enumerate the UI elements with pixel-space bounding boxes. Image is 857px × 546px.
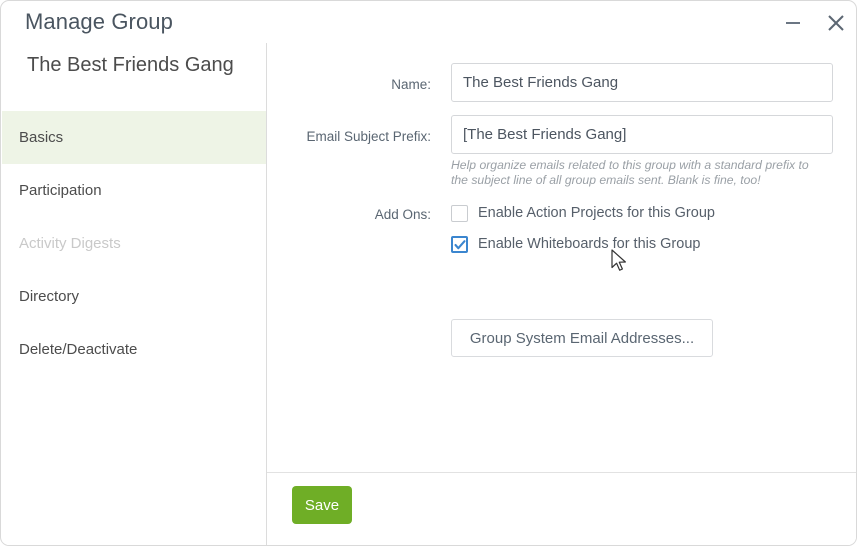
page-title: Manage Group	[25, 9, 173, 34]
minimize-icon	[778, 8, 808, 38]
close-button[interactable]	[821, 8, 851, 38]
title-bar: Manage Group	[1, 1, 856, 43]
sidebar-item-directory[interactable]: Directory	[2, 270, 266, 323]
group-system-email-addresses-button[interactable]: Group System Email Addresses...	[451, 319, 713, 357]
sidebar-group-name: The Best Friends Gang	[27, 54, 234, 76]
sidebar-item-basics[interactable]: Basics	[2, 111, 266, 164]
email-subject-prefix-input[interactable]	[451, 115, 833, 154]
email-subject-prefix-helper: Help organize emails related to this gro…	[451, 158, 809, 187]
name-input[interactable]	[451, 63, 833, 102]
sidebar-item-delete-deactivate[interactable]: Delete/Deactivate	[2, 323, 266, 376]
enable-action-projects-label: Enable Action Projects for this Group	[478, 205, 715, 221]
enable-whiteboards-checkbox[interactable]	[451, 236, 468, 253]
manage-group-dialog: Manage Group The Best Friends Gang Basic…	[0, 0, 857, 546]
save-button[interactable]: Save	[292, 486, 352, 524]
sidebar-nav: Basics Participation Activity Digests Di…	[2, 111, 266, 376]
enable-whiteboards-label: Enable Whiteboards for this Group	[478, 236, 701, 252]
sidebar-item-activity-digests: Activity Digests	[19, 235, 121, 252]
name-label: Name:	[391, 77, 431, 92]
footer-bar: Save	[267, 473, 856, 545]
close-icon	[821, 8, 851, 38]
minimize-button[interactable]	[778, 8, 808, 38]
add-ons-label: Add Ons:	[374, 207, 431, 222]
enable-action-projects-checkbox[interactable]	[451, 205, 468, 222]
email-subject-prefix-label: Email Subject Prefix:	[306, 129, 431, 144]
sidebar: The Best Friends Gang Basics Participati…	[2, 43, 266, 545]
sidebar-item-participation[interactable]: Participation	[2, 164, 266, 217]
content-pane: Name: Email Subject Prefix: Help organiz…	[267, 43, 856, 472]
